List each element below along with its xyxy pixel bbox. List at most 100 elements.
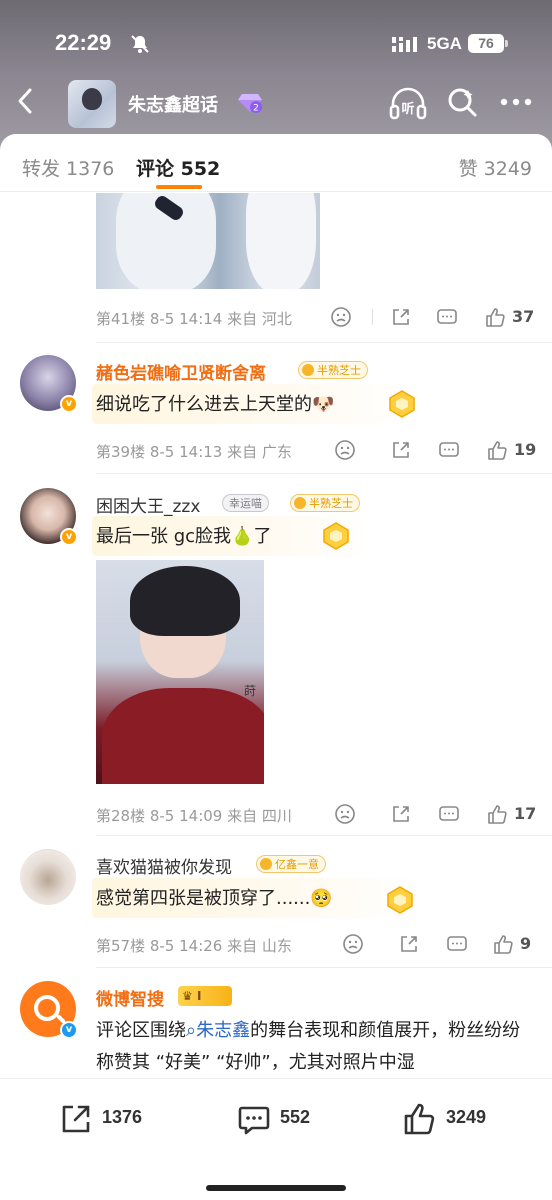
comment-username[interactable]: 困困大王_zzx (96, 492, 200, 517)
comment-text: 细说吃了什么进去上天堂的🐶 (96, 394, 335, 415)
share-icon[interactable] (390, 803, 412, 825)
content-card: 转发 1376 评论 552 赞 3249 第41楼 8-5 14:14 来自 … (0, 134, 552, 1200)
fan-badge[interactable]: 亿鑫一意 (256, 855, 326, 873)
fan-badge[interactable]: 半熟芝士 (298, 361, 368, 379)
share-icon[interactable] (398, 933, 420, 955)
status-time: 22:29 (55, 30, 112, 55)
comment-icon (238, 1106, 270, 1135)
active-tab-indicator (156, 185, 202, 189)
listen-headphones-icon[interactable]: 听 (388, 86, 428, 122)
ai-search-icon[interactable] (446, 86, 478, 118)
comment-list: 第41楼 8-5 14:14 来自 河北 37 v 赭色岩礁喻卫贤断舍离 半熟芝… (0, 193, 552, 1079)
top-nav: 朱志鑫超话 2 听 (0, 78, 552, 130)
home-indicator (206, 1185, 346, 1191)
like-thumb-icon[interactable] (486, 803, 508, 825)
tab-bar: 转发 1376 评论 552 赞 3249 (0, 134, 552, 192)
fan-level-icon (260, 858, 272, 870)
fan-badge[interactable]: 半熟芝士 (290, 494, 360, 512)
repost-icon (62, 1105, 90, 1133)
verified-badge-icon: v (60, 1021, 78, 1039)
divider (96, 835, 552, 836)
user-avatar[interactable] (20, 849, 76, 905)
dislike-face-icon[interactable] (334, 439, 356, 461)
comment-text: 最后一张 gc脸我🍐了 (96, 526, 272, 547)
tab-repost[interactable]: 转发 1376 (22, 154, 114, 181)
mute-bell-icon (131, 35, 149, 53)
user-avatar[interactable]: v (20, 981, 78, 1039)
network-type: 5GA (427, 34, 462, 53)
crown-icon: ♛ (182, 989, 197, 1003)
fan-level-icon (294, 497, 306, 509)
level-badge-text: 2 (253, 104, 259, 114)
comment-meta-row: 第41楼 8-5 14:14 来自 河北 37 (96, 302, 536, 332)
like-count: 37 (512, 307, 535, 326)
dislike-face-icon[interactable] (342, 933, 364, 955)
like-count: 17 (514, 804, 537, 823)
comment-text: 感觉第四张是被顶穿了......🥺 (96, 888, 333, 909)
reward-coin-icon[interactable] (320, 520, 352, 552)
reply-icon[interactable] (438, 439, 460, 461)
user-avatar[interactable]: v (20, 488, 78, 546)
share-icon[interactable] (390, 439, 412, 461)
comment-meta-row: 第57楼 8-5 14:26 来自 山东 9 (96, 929, 536, 959)
verified-badge-icon: v (60, 528, 78, 546)
comment-image[interactable] (96, 193, 320, 289)
like-thumb-icon[interactable] (492, 933, 514, 955)
reply-icon[interactable] (446, 933, 468, 955)
comment-floor-meta: 第39楼 8-5 14:13 来自 广东 (96, 443, 292, 461)
user-avatar[interactable]: v (20, 355, 78, 413)
comment-count: 552 (280, 1107, 311, 1127)
like-total: 3249 (446, 1107, 487, 1127)
fan-badge-label: 亿鑫一意 (275, 858, 319, 871)
member-level-text: I (196, 989, 202, 1003)
topic-link[interactable]: 朱志鑫 (196, 1020, 250, 1041)
share-icon[interactable] (390, 306, 412, 328)
comment-photo[interactable]: 莳 (96, 560, 264, 784)
reward-coin-icon[interactable] (386, 388, 418, 420)
search-link-icon: ⌕ (186, 1020, 197, 1041)
comment-floor-meta: 第28楼 8-5 14:09 来自 四川 (96, 807, 292, 825)
level-gem-icon: 2 (238, 94, 262, 114)
like-count: 9 (520, 934, 532, 953)
topic-avatar[interactable] (68, 80, 116, 128)
fan-level-icon (302, 364, 314, 376)
member-level-badge: ♛ I (178, 986, 232, 1006)
bottom-action-bar: 1376 552 3249 (0, 1078, 552, 1200)
divider (96, 967, 552, 968)
photo-watermark: 莳 (243, 684, 256, 698)
like-thumb-icon[interactable] (484, 306, 506, 328)
like-count: 19 (514, 440, 537, 459)
tab-comment[interactable]: 评论 552 (136, 154, 220, 181)
comment-floor-meta: 第41楼 8-5 14:14 来自 河北 (96, 310, 292, 328)
like-icon (404, 1103, 435, 1135)
repost-count: 1376 (102, 1107, 143, 1127)
extra-badge[interactable]: 幸运喵 (222, 494, 269, 512)
comment-username[interactable]: 微博智搜 (96, 985, 164, 1010)
fan-badge-label: 半熟芝士 (309, 497, 353, 510)
comment-username[interactable]: 喜欢猫猫被你发现 (96, 853, 232, 878)
svg-text:听: 听 (401, 101, 414, 117)
reply-icon[interactable] (438, 803, 460, 825)
more-dots-icon[interactable] (498, 94, 534, 110)
status-bar: 22:29 5GA 76 (0, 28, 552, 64)
tab-like[interactable]: 赞 3249 (459, 154, 532, 181)
like-thumb-icon[interactable] (486, 439, 508, 461)
ai-text-prefix: 评论区围绕 (96, 1020, 186, 1041)
verified-badge-icon: v (60, 395, 78, 413)
divider (96, 473, 552, 474)
divider (96, 342, 552, 343)
dislike-face-icon[interactable] (334, 803, 356, 825)
comment-username[interactable]: 赭色岩礁喻卫贤断舍离 (96, 359, 266, 384)
page-title[interactable]: 朱志鑫超话 (128, 91, 218, 117)
comment-floor-meta: 第57楼 8-5 14:26 来自 山东 (96, 937, 292, 955)
battery-level: 76 (468, 34, 508, 53)
comment-meta-row: 第28楼 8-5 14:09 来自 四川 17 (96, 799, 536, 829)
comment-text: 评论区围绕⌕朱志鑫的舞台表现和颜值展开，粉丝纷纷称赞其 “好美” “好帅”，尤其… (96, 1015, 536, 1079)
dislike-face-icon[interactable] (330, 306, 352, 328)
signal-icon (392, 37, 417, 52)
fan-badge-label: 半熟芝士 (317, 364, 361, 377)
reward-coin-icon[interactable] (384, 884, 416, 916)
reply-icon[interactable] (436, 306, 458, 328)
comment-meta-row: 第39楼 8-5 14:13 来自 广东 19 (96, 435, 536, 465)
back-arrow-icon[interactable] (14, 86, 36, 116)
